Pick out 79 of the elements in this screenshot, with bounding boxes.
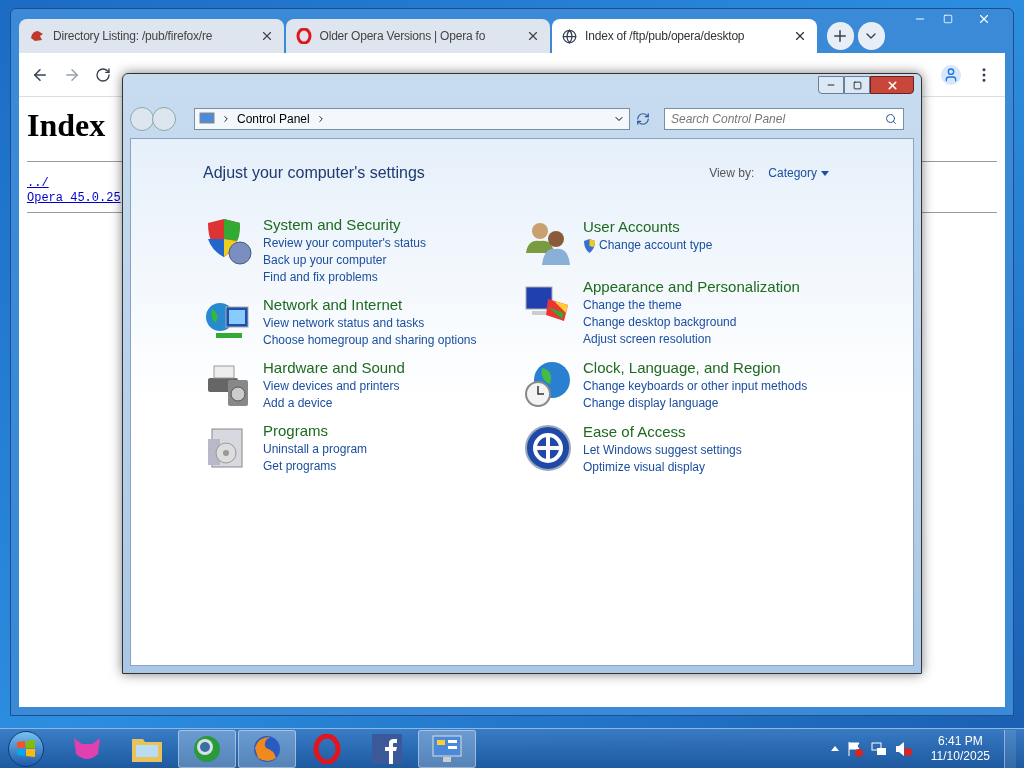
task-link[interactable]: Back up your computer: [263, 252, 387, 269]
tab-title: Older Opera Versions | Opera fo: [319, 28, 487, 45]
cat-face-icon: [72, 735, 102, 762]
category-link[interactable]: User Accounts: [583, 217, 680, 237]
caret-up-icon[interactable]: [830, 746, 839, 751]
letter-f-icon: [372, 733, 402, 764]
task-link[interactable]: Choose homegroup and sharing options: [263, 332, 477, 349]
page-heading: Index: [27, 106, 106, 145]
task-link[interactable]: Optimize visual display: [583, 459, 706, 476]
search-field[interactable]: Search Control Panel: [664, 108, 904, 130]
task-link[interactable]: Adjust screen resolution: [583, 331, 712, 348]
task-link[interactable]: Change account type: [599, 237, 713, 254]
fox-icon: [29, 28, 45, 44]
category-link[interactable]: Programs: [263, 421, 329, 441]
category-link[interactable]: Clock, Language, and Region: [583, 358, 781, 378]
category-link[interactable]: Hardware and Sound: [263, 358, 405, 378]
browser-tab[interactable]: Directory Listing: /pub/firefox/re: [19, 19, 284, 53]
refresh-icon[interactable]: [636, 112, 650, 126]
category-link[interactable]: System and Security: [263, 215, 401, 235]
task-link[interactable]: Get programs: [263, 458, 337, 475]
task-link[interactable]: Change keyboards or other input methods: [583, 378, 808, 395]
flag-icon[interactable]: [846, 740, 863, 757]
maximize-icon: [852, 80, 862, 90]
control-panel-icon: [431, 733, 463, 764]
windows-logo-icon: [16, 739, 36, 758]
taskbar-app[interactable]: [418, 729, 476, 768]
task-link[interactable]: Change the theme: [583, 297, 682, 314]
page-heading: Adjust your computer's settings: [203, 163, 425, 183]
file-link[interactable]: Opera_45.0.25: [27, 191, 121, 206]
search-icon: [885, 113, 897, 125]
tab-title: Directory Listing: /pub/firefox/re: [53, 28, 214, 45]
sphere-icon: [192, 733, 222, 764]
profile-icon[interactable]: [941, 64, 961, 85]
ring-icon: [313, 733, 341, 764]
tab-list-button[interactable]: [857, 22, 885, 50]
tab-title: Index of /ftp/pub/opera/desktop: [585, 28, 746, 45]
browser-tab[interactable]: Older Opera Versions | Opera fo: [285, 19, 551, 53]
browser-tab[interactable]: Index of /ftp/pub/opera/desktop: [552, 19, 817, 53]
fox-globe-icon: [252, 733, 282, 764]
close-icon: [885, 78, 899, 92]
muted-speaker-icon[interactable]: [894, 740, 913, 757]
globe-icon: [562, 28, 578, 44]
category-link[interactable]: Ease of Access: [583, 422, 686, 442]
task-link[interactable]: Find and fix problems: [263, 269, 378, 286]
globe-clock-icon: [524, 360, 572, 408]
task-link[interactable]: Review your computer's status: [263, 235, 427, 252]
category-link[interactable]: Appearance and Personalization: [583, 277, 800, 297]
dropdown-arrow-icon: [821, 170, 829, 176]
task-link[interactable]: Add a device: [263, 395, 333, 412]
file-link[interactable]: ../: [27, 176, 49, 191]
clock-date: 11/10/2025: [930, 748, 990, 764]
ring-icon: [295, 28, 312, 44]
control-panel-icon: [199, 112, 215, 126]
close-icon: [977, 12, 991, 26]
task-link[interactable]: Let Windows suggest settings: [583, 442, 742, 459]
view-by-dropdown[interactable]: Category: [768, 164, 829, 182]
maximize-button[interactable]: [844, 76, 870, 94]
task-link[interactable]: Uninstall a program: [263, 441, 368, 458]
start-button[interactable]: [8, 730, 44, 767]
task-link[interactable]: View network status and tasks: [263, 315, 425, 332]
show-desktop-button[interactable]: [1004, 729, 1016, 768]
clock-time: 6:41 PM: [938, 733, 983, 749]
accessibility-icon: [524, 424, 572, 472]
taskbar-app[interactable]: [178, 729, 236, 768]
address-bar[interactable]: Control Panel: [194, 108, 630, 130]
breadcrumb[interactable]: Control Panel: [237, 110, 310, 128]
network-icon[interactable]: [870, 740, 887, 757]
task-link[interactable]: View devices and printers: [263, 378, 400, 395]
maximize-icon: [943, 14, 953, 24]
view-by-label: View by:: [709, 165, 755, 182]
task-link[interactable]: Change desktop background: [583, 314, 737, 331]
task-link[interactable]: Change display language: [583, 395, 719, 412]
minimize-button[interactable]: [818, 76, 844, 94]
chevron-icon: [221, 114, 231, 124]
new-tab-button[interactable]: [826, 22, 854, 50]
reload-icon[interactable]: [95, 66, 111, 83]
category-link[interactable]: Network and Internet: [263, 295, 403, 315]
taskbar-app[interactable]: [238, 729, 296, 768]
close-button[interactable]: [870, 76, 914, 94]
